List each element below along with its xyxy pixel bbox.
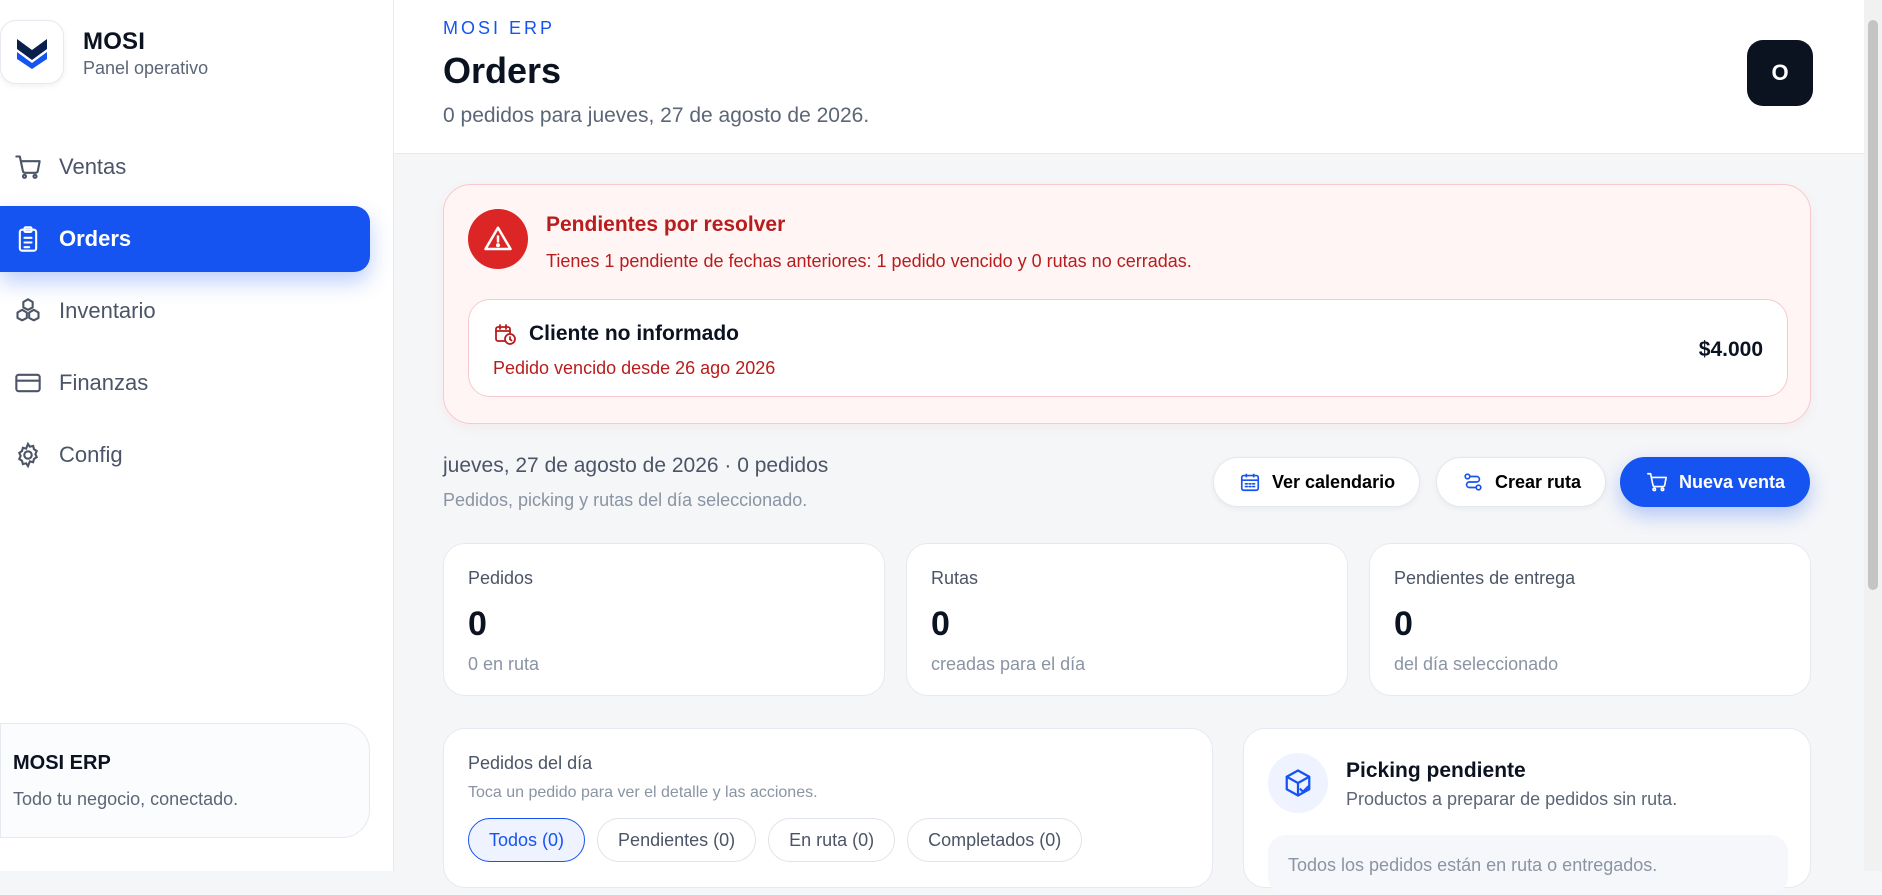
card-icon	[12, 367, 44, 399]
page-header: MOSI ERP Orders 0 pedidos para jueves, 2…	[394, 0, 1864, 154]
overdue-order-item[interactable]: Cliente no informado Pedido vencido desd…	[468, 299, 1788, 397]
sidebar-item-config[interactable]: Config	[0, 422, 370, 488]
package-check-icon	[1268, 753, 1328, 813]
create-route-button[interactable]: Crear ruta	[1436, 457, 1607, 507]
sidebar: MOSI Panel operativo Ventas Orders Inven…	[0, 0, 394, 871]
brand: MOSI Panel operativo	[0, 20, 208, 84]
brand-name: MOSI	[83, 28, 146, 55]
stat-label: Pedidos	[468, 568, 534, 588]
page-title: Orders	[443, 50, 562, 91]
sidebar-footer-title: MOSI ERP	[13, 752, 111, 774]
warning-icon	[468, 209, 528, 269]
sidebar-item-label: Inventario	[59, 298, 156, 323]
overdue-order-date: Pedido vencido desde 26 ago 2026	[493, 358, 776, 378]
new-sale-label: Nueva venta	[1679, 471, 1786, 492]
avatar[interactable]: O	[1747, 40, 1813, 106]
sidebar-item-label: Finanzas	[59, 370, 149, 395]
clipboard-icon	[12, 223, 44, 255]
filter-completed[interactable]: Completados (0)	[907, 818, 1083, 862]
picking-empty-state: Todos los pedidos están en ruta o entreg…	[1268, 835, 1788, 895]
cart-icon	[12, 151, 44, 183]
stat-card-pendientes: Pendientes de entrega 0 del día seleccio…	[1369, 543, 1811, 696]
order-filter-tabs: Todos (0) Pendientes (0) En ruta (0) Com…	[468, 818, 1188, 862]
orders-of-day-panel: Pedidos del día Toca un pedido para ver …	[443, 728, 1213, 888]
stat-card-rutas: Rutas 0 creadas para el día	[906, 543, 1348, 696]
panel-title: Pedidos del día	[468, 753, 593, 773]
scrollbar-thumb[interactable]	[1868, 20, 1878, 590]
view-calendar-button[interactable]: Ver calendario	[1213, 457, 1421, 507]
view-calendar-label: Ver calendario	[1272, 471, 1396, 492]
page-subtitle: 0 pedidos para jueves, 27 de agosto de 2…	[443, 104, 870, 127]
filter-in-route[interactable]: En ruta (0)	[768, 818, 896, 862]
mosi-logo[interactable]	[0, 20, 64, 84]
stat-label: Pendientes de entrega	[1394, 568, 1576, 588]
brand-subtitle: Panel operativo	[83, 58, 209, 78]
calendar-clock-icon	[493, 322, 517, 346]
stat-card-pedidos: Pedidos 0 0 en ruta	[443, 543, 885, 696]
overdue-order-client: Cliente no informado	[529, 322, 739, 345]
stat-note: 0 en ruta	[468, 654, 540, 674]
sidebar-item-finanzas[interactable]: Finanzas	[0, 350, 370, 416]
create-route-label: Crear ruta	[1495, 471, 1582, 492]
overdue-order-amount: $4.000	[1698, 338, 1763, 361]
stat-note: creadas para el día	[931, 654, 1086, 674]
alert-text: Tienes 1 pendiente de fechas anteriores:…	[546, 251, 1192, 271]
stat-value: 0	[931, 605, 950, 643]
sidebar-footer-subtitle: Todo tu negocio, conectado.	[13, 789, 239, 809]
main-content: Pendientes por resolver Tienes 1 pendien…	[394, 154, 1864, 895]
day-title: jueves, 27 de agosto de 2026 · 0 pedidos	[443, 454, 829, 477]
filter-pending[interactable]: Pendientes (0)	[597, 818, 757, 862]
stat-value: 0	[468, 605, 487, 643]
sidebar-item-ventas[interactable]: Ventas	[0, 134, 370, 200]
sidebar-item-orders[interactable]: Orders	[0, 206, 370, 272]
sidebar-item-label: Config	[59, 442, 123, 467]
day-subtitle: Pedidos, picking y rutas del día selecci…	[443, 490, 808, 510]
calendar-icon	[1238, 470, 1262, 494]
boxes-icon	[12, 295, 44, 327]
sidebar-footer-card: MOSI ERP Todo tu negocio, conectado.	[0, 723, 370, 838]
alert-title: Pendientes por resolver	[546, 213, 786, 236]
route-icon	[1461, 470, 1485, 494]
stat-note: del día seleccionado	[1394, 654, 1559, 674]
new-sale-button[interactable]: Nueva venta	[1620, 457, 1811, 507]
panel-subtitle: Toca un pedido para ver el detalle y las…	[468, 784, 818, 801]
gear-icon	[12, 439, 44, 471]
stat-label: Rutas	[931, 568, 979, 588]
stat-value: 0	[1394, 605, 1413, 643]
panel-subtitle: Productos a preparar de pedidos sin ruta…	[1346, 789, 1678, 809]
sidebar-item-label: Orders	[59, 226, 132, 251]
filter-all[interactable]: Todos (0)	[468, 818, 586, 862]
sidebar-item-label: Ventas	[59, 154, 127, 179]
sidebar-item-inventario[interactable]: Inventario	[0, 278, 370, 344]
picking-pending-panel: Picking pendiente Productos a preparar d…	[1243, 728, 1811, 895]
sidebar-nav: Ventas Orders Inventario Finanzas Config	[0, 134, 370, 494]
cart-icon	[1645, 470, 1669, 494]
pending-alert: Pendientes por resolver Tienes 1 pendien…	[443, 184, 1811, 424]
panel-title: Picking pendiente	[1346, 759, 1526, 782]
header-eyebrow: MOSI ERP	[443, 18, 556, 38]
scrollbar[interactable]	[1864, 0, 1882, 871]
